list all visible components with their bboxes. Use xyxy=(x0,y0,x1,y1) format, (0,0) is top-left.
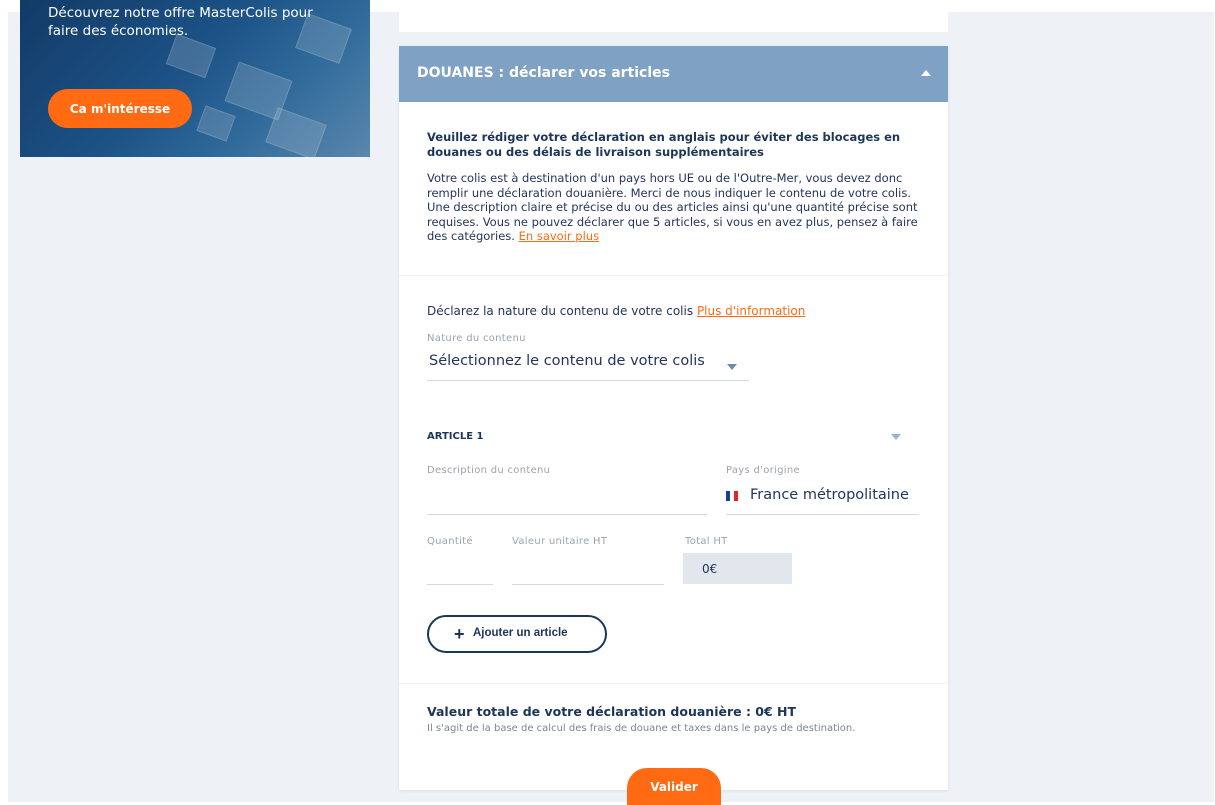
nature-prompt-text: Déclarez la nature du contenu de votre c… xyxy=(427,304,694,318)
add-article-label: Ajouter un article xyxy=(473,627,568,639)
country-value: France métropolitaine xyxy=(750,487,909,503)
learn-more-link[interactable]: En savoir plus xyxy=(519,229,599,243)
nature-select-value: Sélectionnez le contenu de votre colis xyxy=(429,353,705,369)
english-warning: Veuillez rédiger votre déclaration en an… xyxy=(427,130,901,159)
total-value-box: 0€ xyxy=(683,553,792,584)
unit-value-underline xyxy=(512,584,664,585)
more-info-link[interactable]: Plus d'information xyxy=(697,304,805,318)
article-title: ARTICLE 1 xyxy=(427,431,484,442)
country-label: Pays d'origine xyxy=(726,465,800,476)
previous-section-card xyxy=(399,0,948,32)
description-label: Description du contenu xyxy=(427,465,551,476)
declaration-note: Il s'agit de la base de calcul des frais… xyxy=(427,723,856,734)
promo-text: Découvrez notre offre MasterColis pour f… xyxy=(48,5,313,39)
divider xyxy=(399,683,948,684)
total-value: 0€ xyxy=(702,562,718,576)
plus-icon: + xyxy=(454,624,465,644)
customs-intro: Votre colis est à destination d'un pays … xyxy=(427,171,927,244)
country-underline xyxy=(726,514,919,515)
country-select[interactable]: France métropolitaine xyxy=(726,487,919,515)
customs-intro-text: Votre colis est à destination d'un pays … xyxy=(427,171,918,243)
add-article-button[interactable]: + Ajouter un article xyxy=(427,615,607,653)
nature-label: Nature du contenu xyxy=(427,333,526,344)
validate-button[interactable]: Valider xyxy=(627,768,721,805)
nature-select[interactable]: Sélectionnez le contenu de votre colis xyxy=(427,350,749,381)
unit-value-label: Valeur unitaire HT xyxy=(512,536,608,547)
promo-decor-box xyxy=(265,107,327,157)
total-label: Total HT xyxy=(685,536,728,547)
quantity-underline xyxy=(427,584,493,585)
chevron-down-icon[interactable] xyxy=(891,434,901,440)
nature-prompt: Déclarez la nature du contenu de votre c… xyxy=(427,304,805,318)
promo-interest-button[interactable]: Ca m'intéresse xyxy=(48,89,192,128)
customs-panel-header[interactable]: DOUANES : déclarer vos articles xyxy=(399,46,948,102)
description-underline xyxy=(427,514,707,515)
declaration-total: Valeur totale de votre déclaration douan… xyxy=(427,704,797,719)
promo-decor-box xyxy=(196,105,236,142)
quantity-input[interactable] xyxy=(427,554,493,584)
description-input[interactable] xyxy=(427,484,707,514)
chevron-down-icon xyxy=(727,364,737,370)
promo-decor-box xyxy=(165,33,217,79)
chevron-up-icon[interactable] xyxy=(921,70,931,76)
france-flag-icon xyxy=(726,491,738,501)
customs-panel: DOUANES : déclarer vos articles Veuillez… xyxy=(399,46,948,790)
customs-panel-title: DOUANES : déclarer vos articles xyxy=(417,65,670,81)
quantity-label: Quantité xyxy=(427,536,473,547)
divider xyxy=(399,275,948,276)
promo-banner: Découvrez notre offre MasterColis pour f… xyxy=(20,0,370,157)
unit-value-input[interactable] xyxy=(512,554,664,584)
